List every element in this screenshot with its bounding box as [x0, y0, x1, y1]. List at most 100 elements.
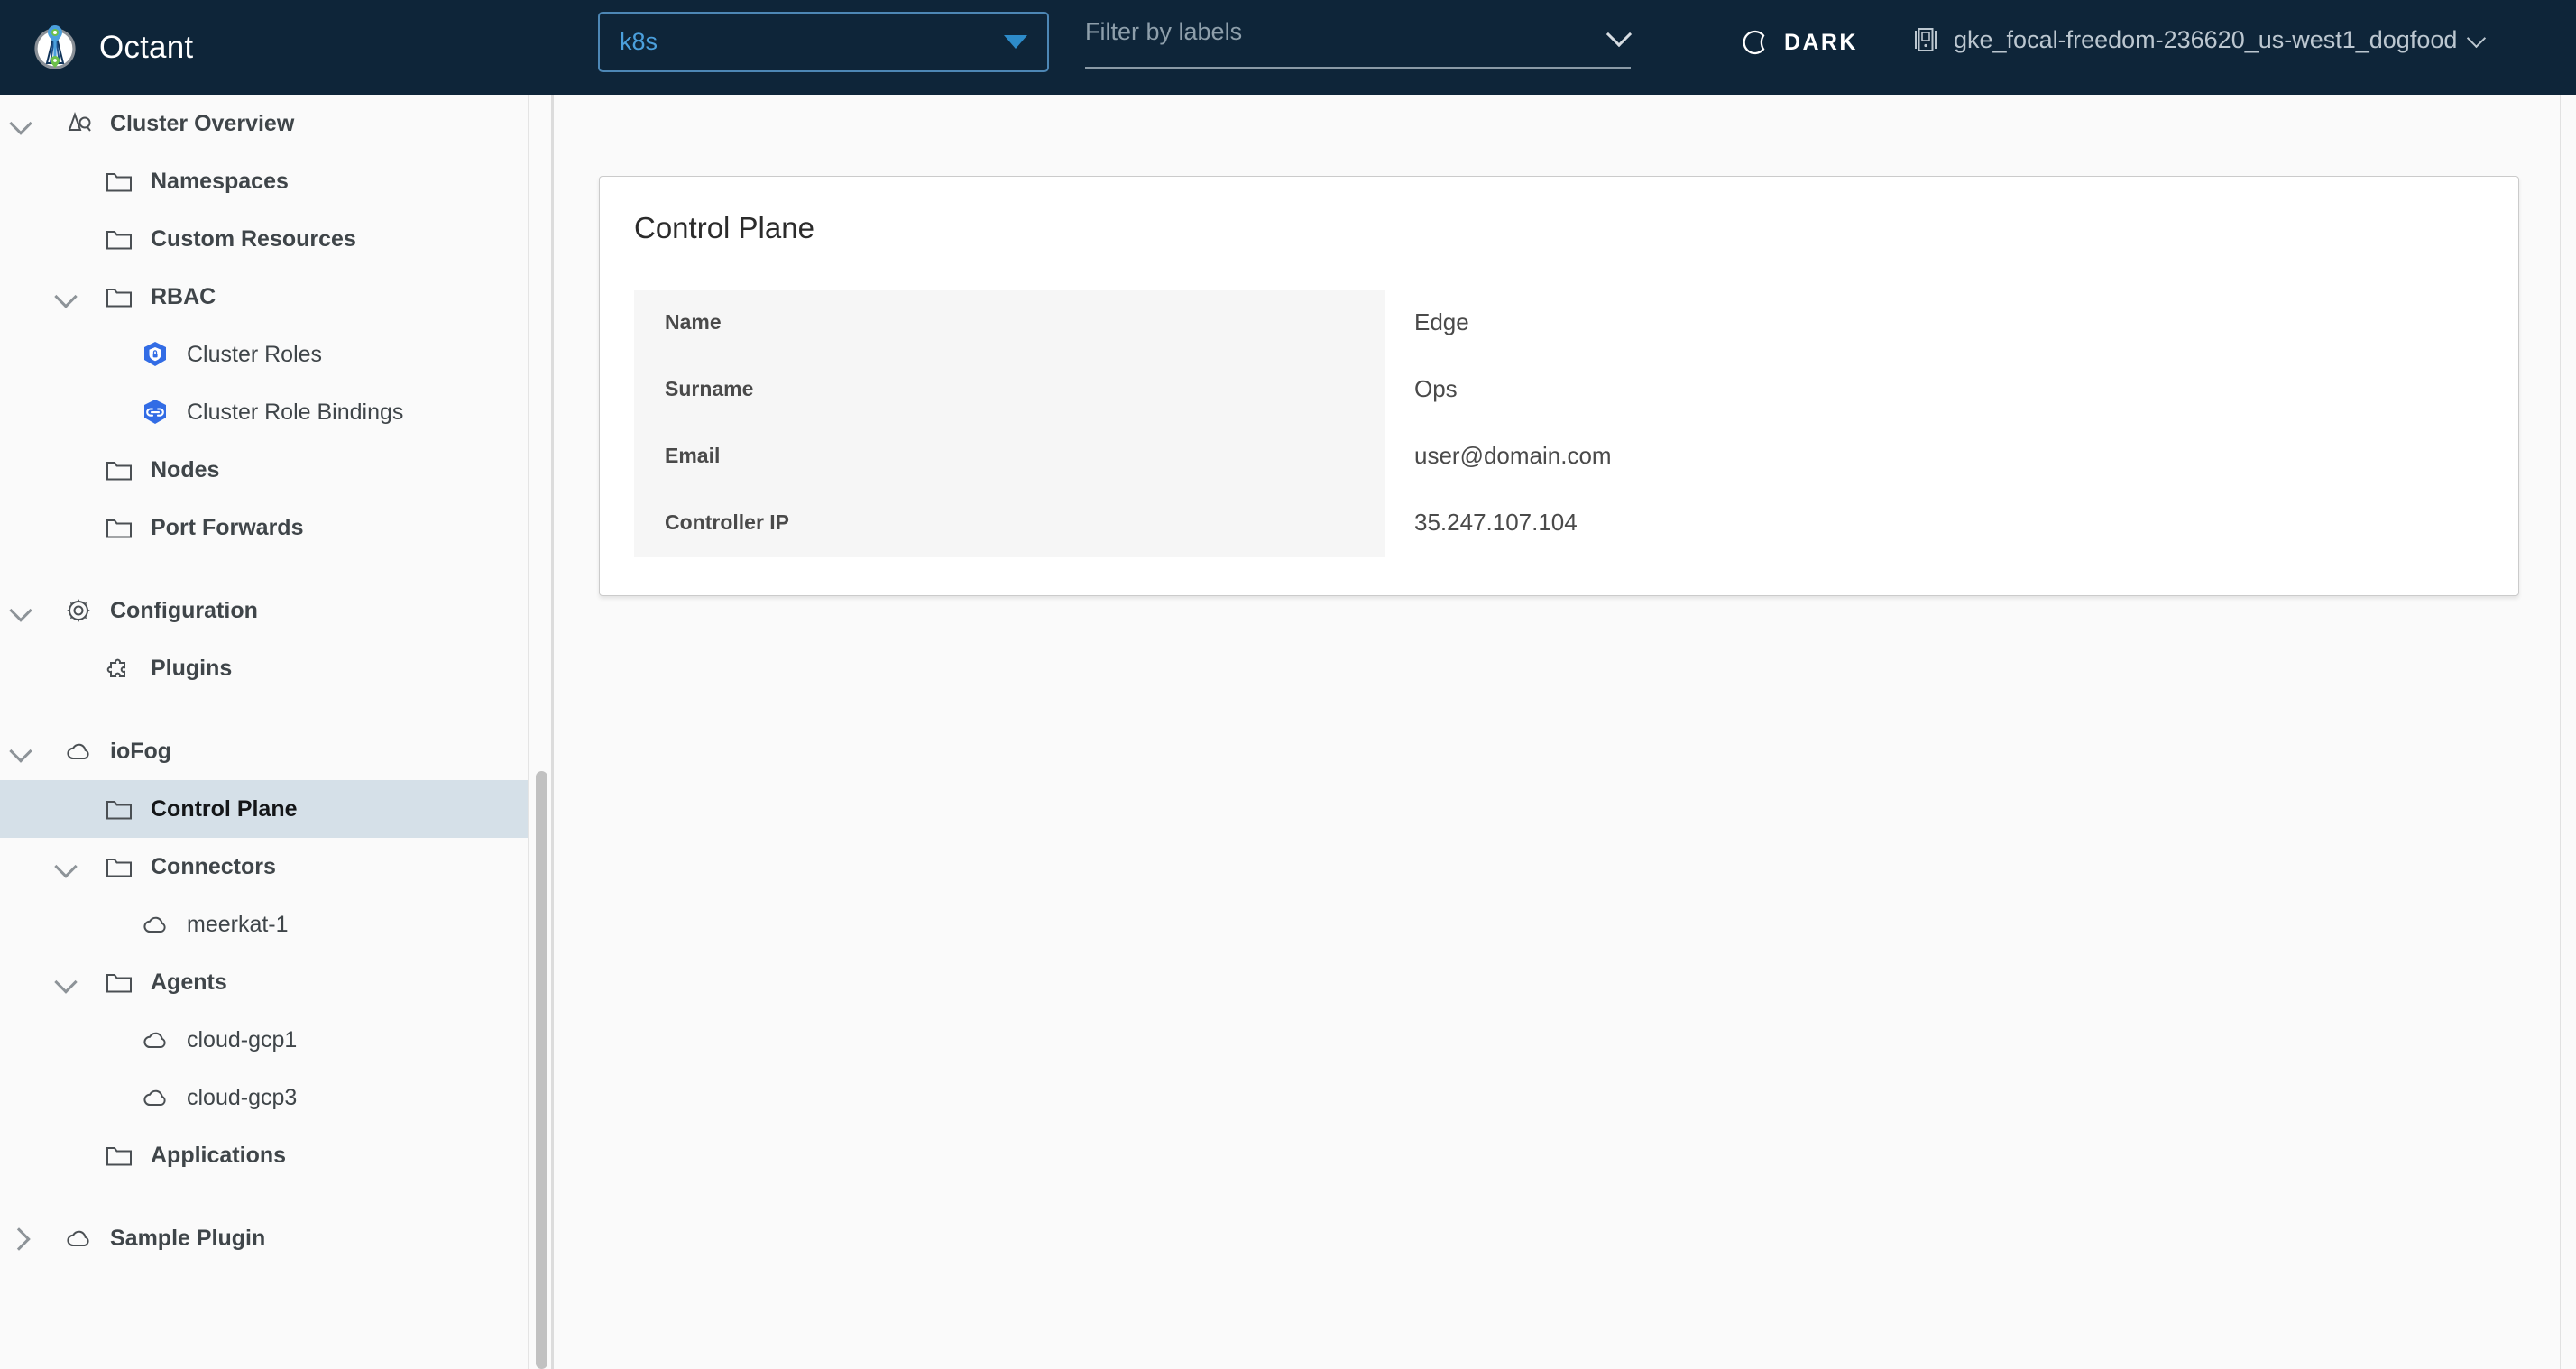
cluster-overview-icon	[63, 108, 94, 139]
nav-group-spacer	[0, 697, 528, 722]
main-content: Control Plane NameEdgeSurnameOpsEmailuse…	[554, 95, 2576, 1369]
namespace-select-value: k8s	[620, 28, 1004, 56]
chevron-down-icon[interactable]	[1607, 22, 1631, 45]
sidebar-item-label: cloud-gcp1	[187, 1027, 297, 1053]
labels-filter-placeholder: Filter by labels	[1085, 18, 1607, 46]
sidebar-item-label: ioFog	[110, 739, 171, 765]
cloud-icon	[63, 736, 94, 767]
sidebar-item-cloud-gcp1[interactable]: cloud-gcp1	[0, 1011, 528, 1069]
sidebar-item-applications[interactable]: Applications	[0, 1126, 528, 1184]
chevron-down-icon	[2468, 31, 2486, 49]
table-cell-value: Ops	[1385, 357, 2484, 424]
k8s-lock-icon	[140, 339, 170, 370]
sidebar-item-cluster-overview[interactable]: Cluster Overview	[0, 95, 528, 152]
puzzle-icon	[104, 653, 134, 684]
table-row: NameEdge	[634, 290, 2484, 357]
sidebar-item-label: Configuration	[110, 598, 258, 624]
theme-toggle-label: DARK	[1784, 30, 1858, 56]
rack-icon	[1912, 25, 1939, 54]
sidebar-item-label: cloud-gcp3	[187, 1085, 297, 1111]
sidebar-item-label: Applications	[151, 1143, 286, 1169]
sidebar-item-iofog[interactable]: ioFog	[0, 722, 528, 780]
sidebar-item-meerkat-1[interactable]: meerkat-1	[0, 896, 528, 953]
sidebar-item-label: Plugins	[151, 656, 232, 682]
table-row: Emailuser@domain.com	[634, 424, 2484, 491]
sidebar-item-port-forwards[interactable]: Port Forwards	[0, 499, 528, 556]
chevron-down-icon[interactable]	[9, 599, 32, 622]
brand: Octant	[31, 23, 585, 72]
sidebar-divider	[528, 95, 529, 1369]
sidebar-item-label: Cluster Role Bindings	[187, 400, 403, 426]
folder-icon	[104, 851, 134, 882]
sidebar-item-rbac[interactable]: RBAC	[0, 268, 528, 326]
table-cell-key: Email	[634, 424, 1385, 491]
folder-icon	[104, 794, 134, 824]
sidebar-item-namespaces[interactable]: Namespaces	[0, 152, 528, 210]
card-title: Control Plane	[600, 177, 2518, 245]
octant-logo-icon	[31, 23, 79, 72]
sidebar-item-label: Connectors	[151, 854, 276, 880]
chevron-down-icon[interactable]	[54, 970, 78, 994]
cloud-icon	[63, 1223, 94, 1254]
sidebar-item-sample-plugin[interactable]: Sample Plugin	[0, 1209, 528, 1267]
table-cell-key: Name	[634, 290, 1385, 357]
cluster-select-name: gke_focal-freedom-236620_us-west1_dogfoo…	[1954, 26, 2457, 54]
cloud-icon	[140, 909, 170, 940]
chevron-down-icon[interactable]	[54, 855, 78, 878]
sidebar-item-nodes[interactable]: Nodes	[0, 441, 528, 499]
table-cell-value: Edge	[1385, 290, 2484, 357]
sidebar-item-label: Namespaces	[151, 169, 289, 195]
sidebar-item-label: Port Forwards	[151, 515, 303, 541]
sidebar-item-label: Cluster Overview	[110, 111, 294, 137]
caret-down-icon	[1004, 35, 1027, 49]
app-header: Octant k8s Filter by labels DARK gke_foc…	[0, 0, 2576, 95]
page-scrollbar-track[interactable]	[2560, 95, 2576, 1369]
folder-icon	[104, 512, 134, 543]
sidebar-item-label: meerkat-1	[187, 912, 289, 938]
moon-icon	[1741, 27, 1771, 58]
sidebar-item-label: Agents	[151, 969, 227, 996]
sidebar-item-label: Sample Plugin	[110, 1226, 265, 1252]
sidebar-item-control-plane[interactable]: Control Plane	[0, 780, 528, 838]
sidebar-item-cloud-gcp3[interactable]: cloud-gcp3	[0, 1069, 528, 1126]
control-plane-card: Control Plane NameEdgeSurnameOpsEmailuse…	[599, 176, 2519, 596]
theme-toggle-button[interactable]: DARK	[1741, 27, 1858, 58]
chevron-down-icon[interactable]	[9, 112, 32, 135]
table-cell-value: user@domain.com	[1385, 424, 2484, 491]
sidebar-item-plugins[interactable]: Plugins	[0, 639, 528, 697]
table-cell-value: 35.247.107.104	[1385, 491, 2484, 557]
cloud-icon	[140, 1024, 170, 1055]
sidebar-item-configuration[interactable]: Configuration	[0, 582, 528, 639]
nav-group-spacer	[0, 1184, 528, 1209]
folder-icon	[104, 166, 134, 197]
table-row: Controller IP35.247.107.104	[634, 491, 2484, 557]
folder-icon	[104, 455, 134, 485]
chevron-down-icon[interactable]	[54, 285, 78, 308]
table-cell-key: Surname	[634, 357, 1385, 424]
folder-icon	[104, 1140, 134, 1171]
namespace-select[interactable]: k8s	[598, 12, 1049, 72]
sidebar-item-label: Nodes	[151, 457, 219, 483]
sidebar-item-custom-resources[interactable]: Custom Resources	[0, 210, 528, 268]
sidebar-item-cluster-role-bindings[interactable]: Cluster Role Bindings	[0, 383, 528, 441]
chevron-right-icon[interactable]	[9, 1227, 32, 1250]
sidebar-item-connectors[interactable]: Connectors	[0, 838, 528, 896]
nav-group-spacer	[0, 556, 528, 582]
sidebar-item-label: Control Plane	[151, 796, 298, 822]
sidebar-item-cluster-roles[interactable]: Cluster Roles	[0, 326, 528, 383]
folder-icon	[104, 281, 134, 312]
sidebar-item-label: Custom Resources	[151, 226, 356, 253]
labels-filter-input[interactable]: Filter by labels	[1085, 13, 1631, 69]
cluster-select[interactable]: gke_focal-freedom-236620_us-west1_dogfoo…	[1912, 25, 2486, 54]
cloud-icon	[140, 1082, 170, 1113]
sidebar-nav[interactable]: Cluster Overview Namespaces Custom Resourc…	[0, 95, 528, 1369]
sidebar-scrollbar-thumb[interactable]	[536, 771, 547, 1369]
table-cell-key: Controller IP	[634, 491, 1385, 557]
control-plane-table: NameEdgeSurnameOpsEmailuser@domain.comCo…	[634, 290, 2484, 557]
table-row: SurnameOps	[634, 357, 2484, 424]
app-title: Octant	[99, 30, 193, 66]
sidebar-item-label: Cluster Roles	[187, 342, 322, 368]
chevron-down-icon[interactable]	[9, 740, 32, 763]
k8s-link-icon	[140, 397, 170, 427]
sidebar-item-agents[interactable]: Agents	[0, 953, 528, 1011]
